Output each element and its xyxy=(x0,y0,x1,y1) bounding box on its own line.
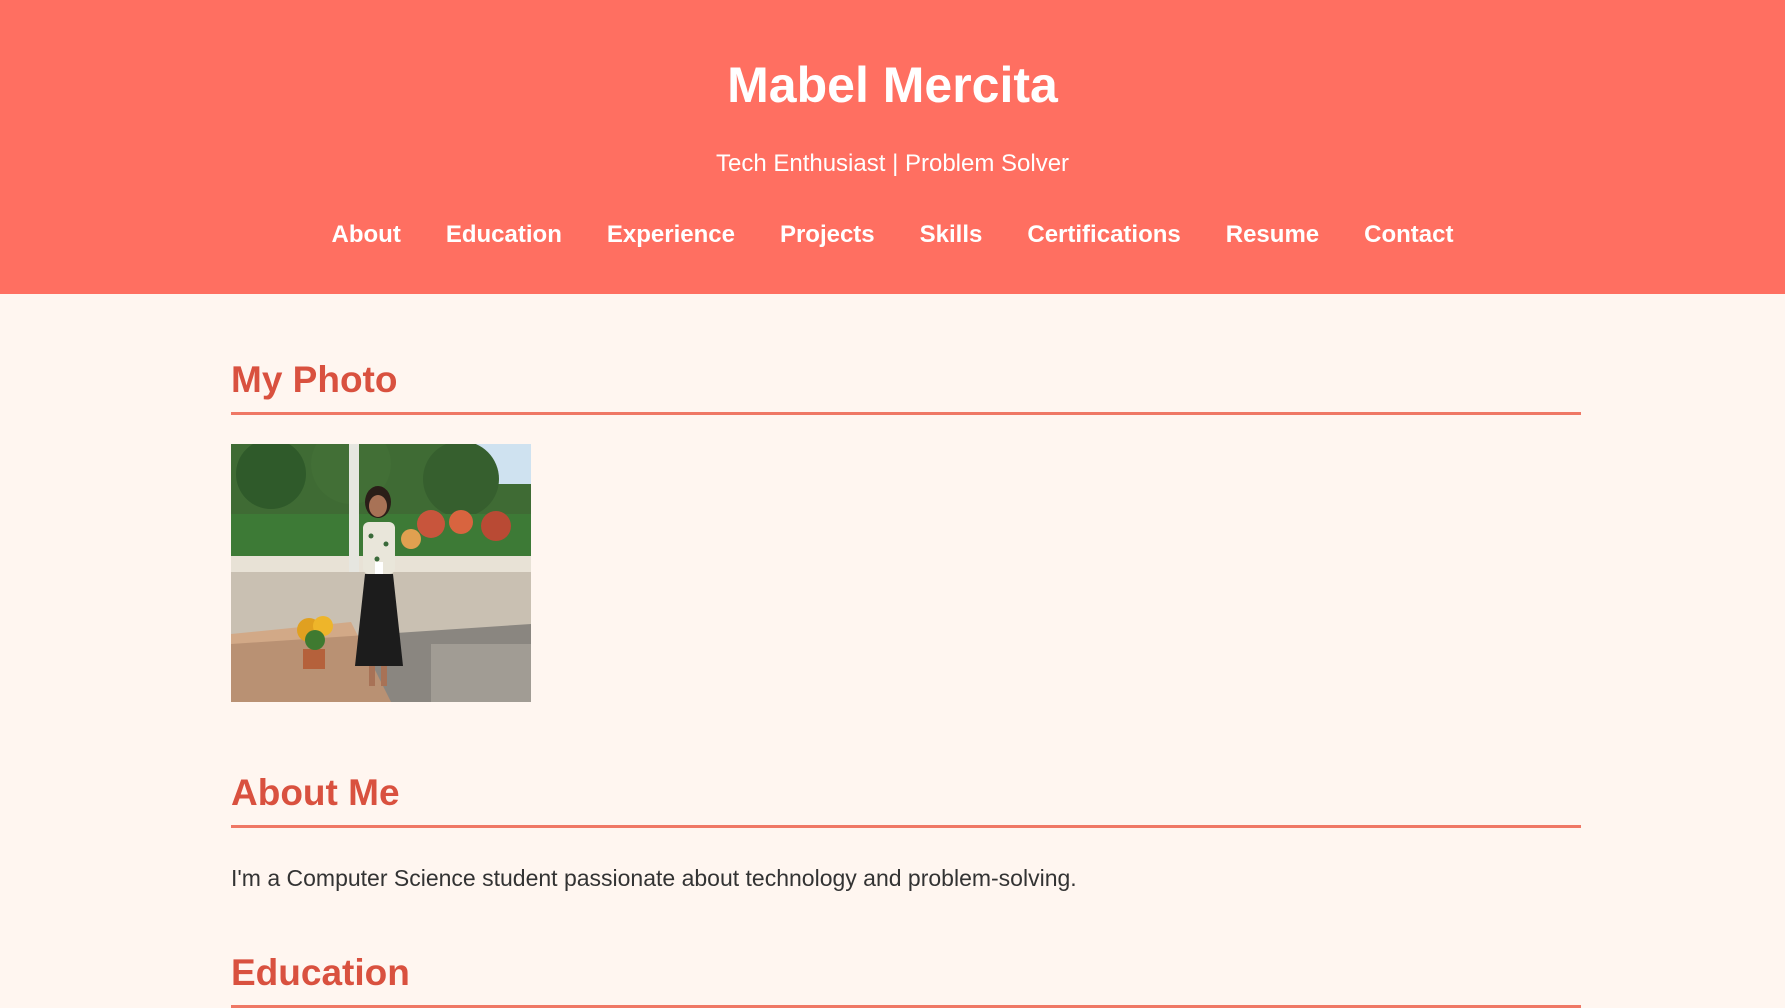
site-title: Mabel Mercita xyxy=(727,57,1058,113)
nav-link-skills[interactable]: Skills xyxy=(920,218,983,252)
main-nav: About Education Experience Projects Skil… xyxy=(0,218,1785,252)
photo-section: My Photo xyxy=(231,358,1581,702)
nav-link-about[interactable]: About xyxy=(332,218,401,252)
section-title-about: About Me xyxy=(231,771,1581,828)
nav-link-experience[interactable]: Experience xyxy=(607,218,735,252)
about-section: About Me I'm a Computer Science student … xyxy=(231,771,1581,893)
section-title-education: Education xyxy=(231,951,1581,1008)
education-section: Education xyxy=(231,951,1581,1008)
nav-link-education[interactable]: Education xyxy=(446,218,562,252)
site-header: Mabel Mercita Tech Enthusiast | Problem … xyxy=(0,0,1785,294)
nav-link-certifications[interactable]: Certifications xyxy=(1027,218,1180,252)
nav-link-contact[interactable]: Contact xyxy=(1364,218,1453,252)
profile-photo xyxy=(231,444,531,702)
about-text: I'm a Computer Science student passionat… xyxy=(231,865,1077,891)
nav-link-resume[interactable]: Resume xyxy=(1226,218,1319,252)
tagline: Tech Enthusiast | Problem Solver xyxy=(715,150,1070,177)
nav-link-projects[interactable]: Projects xyxy=(780,218,875,252)
section-title-photo: My Photo xyxy=(231,358,1581,415)
